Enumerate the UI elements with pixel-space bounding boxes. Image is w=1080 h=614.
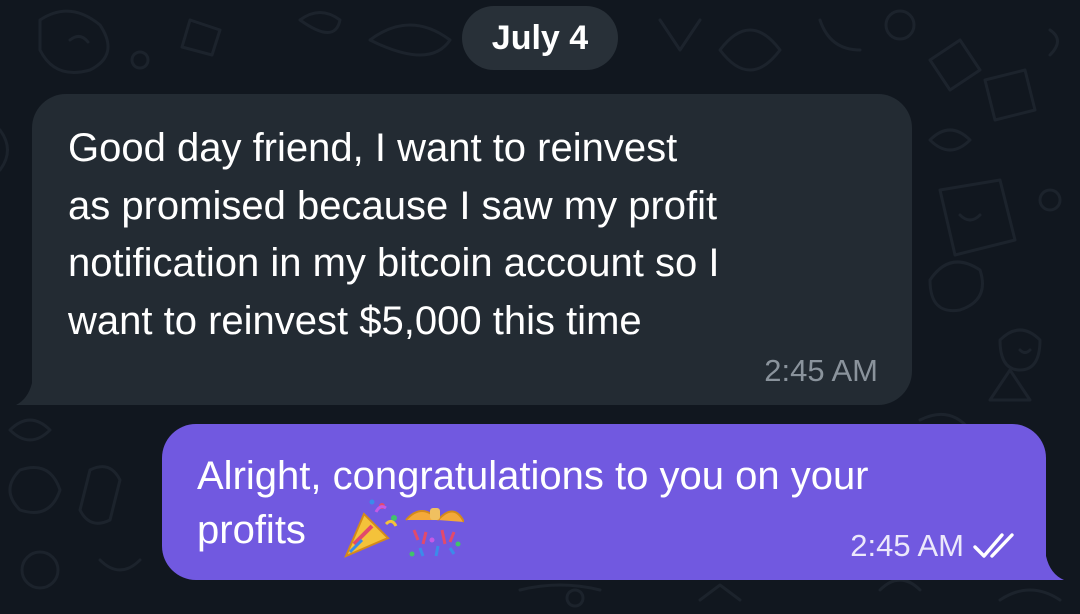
double-check-icon	[973, 533, 1014, 558]
incoming-message-bubble[interactable]: Good day friend, I want to reinvest as p…	[32, 94, 912, 405]
party-popper-emoji	[344, 499, 464, 558]
incoming-message-time: 2:45 AM	[764, 353, 878, 388]
outgoing-message-time: 2:45 AM	[850, 528, 964, 563]
date-separator: July 4	[462, 6, 618, 70]
outgoing-message-bubble[interactable]: Alright, congratulations to you on your …	[162, 424, 1046, 580]
incoming-message-text: Good day friend, I want to reinvest as p…	[68, 126, 720, 343]
outgoing-bubble-tail	[1046, 556, 1064, 580]
